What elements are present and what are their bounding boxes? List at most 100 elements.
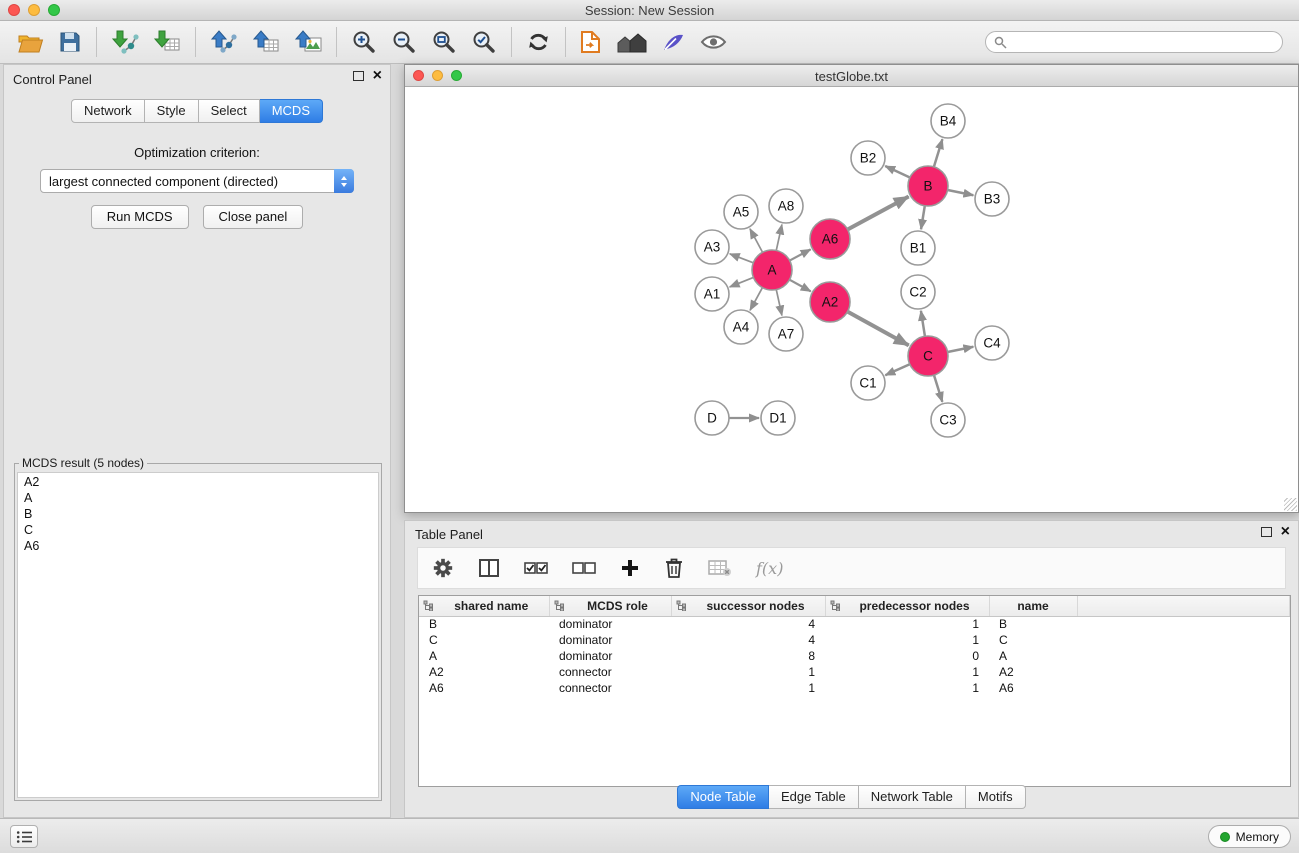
optimization-criterion-select[interactable]: largest connected component (directed) <box>40 169 354 193</box>
graph-node-C3[interactable]: C3 <box>931 403 965 437</box>
open-session-button[interactable] <box>15 29 46 56</box>
delete-column-button[interactable] <box>664 557 684 579</box>
tab-select[interactable]: Select <box>199 99 260 123</box>
network-overview-button[interactable] <box>613 29 649 56</box>
import-network-file-button[interactable] <box>109 28 141 56</box>
graph-edge-B-B4[interactable] <box>934 139 943 167</box>
add-column-button[interactable] <box>620 558 640 578</box>
graph-edge-A-A1[interactable] <box>730 277 754 287</box>
run-mcds-button[interactable]: Run MCDS <box>91 205 189 229</box>
zoom-out-button[interactable] <box>389 27 419 57</box>
graph-node-D1[interactable]: D1 <box>761 401 795 435</box>
graph-edge-A-A6[interactable] <box>790 249 811 260</box>
zoom-in-button[interactable] <box>349 27 379 57</box>
mcds-result-item[interactable]: A2 <box>18 474 378 490</box>
graph-node-A2[interactable]: A2 <box>810 282 850 322</box>
graph-node-A4[interactable]: A4 <box>724 310 758 344</box>
tab-node-table[interactable]: Node Table <box>677 785 769 809</box>
graph-node-C[interactable]: C <box>908 336 948 376</box>
graph-node-B4[interactable]: B4 <box>931 104 965 138</box>
function-builder-button[interactable]: f(x) <box>756 559 783 578</box>
graph-node-A[interactable]: A <box>752 250 792 290</box>
graph-edge-A-A3[interactable] <box>730 254 754 263</box>
graph-edge-A-A5[interactable] <box>750 229 763 253</box>
column-header-shared-name[interactable]: shared name <box>419 596 549 616</box>
tab-network-table[interactable]: Network Table <box>859 785 966 809</box>
show-hide-button[interactable] <box>698 31 729 53</box>
deselect-all-button[interactable] <box>572 561 596 575</box>
tab-network[interactable]: Network <box>71 99 145 123</box>
table-settings-button[interactable] <box>432 557 454 579</box>
export-table-button[interactable] <box>250 28 282 56</box>
close-panel-icon[interactable]: × <box>373 71 382 81</box>
graph-node-D[interactable]: D <box>695 401 729 435</box>
column-header-mcds-role[interactable]: MCDS role <box>549 596 671 616</box>
graph-node-A3[interactable]: A3 <box>695 230 729 264</box>
table-row[interactable]: A6connector11A6 <box>419 680 1290 696</box>
select-all-button[interactable] <box>524 561 548 575</box>
tab-style[interactable]: Style <box>145 99 199 123</box>
tab-motifs[interactable]: Motifs <box>966 785 1026 809</box>
graphics-details-icon <box>661 31 686 53</box>
document-button[interactable] <box>578 28 603 56</box>
graph-edge-B-B3[interactable] <box>948 190 974 195</box>
graphics-details-button[interactable] <box>659 29 688 55</box>
column-header-predecessor-nodes[interactable]: predecessor nodes <box>825 596 989 616</box>
graph-edge-A-A2[interactable] <box>790 280 811 292</box>
export-image-button[interactable] <box>292 28 324 56</box>
graph-node-B3[interactable]: B3 <box>975 182 1009 216</box>
graph-edge-C-C1[interactable] <box>885 364 909 375</box>
table-row[interactable]: Bdominator41B <box>419 616 1290 632</box>
graph-node-A8[interactable]: A8 <box>769 189 803 223</box>
close-table-panel-icon[interactable]: × <box>1281 527 1290 537</box>
export-network-button[interactable] <box>208 28 240 56</box>
table-cell: 1 <box>671 680 825 696</box>
table-row[interactable]: Adominator80A <box>419 648 1290 664</box>
search-input[interactable] <box>1012 34 1274 50</box>
network-canvas[interactable]: B4 B2 B B3 A5 A8A6 B1 A3 A C2 A1 A2 A4 A7 C4 C C1 C3 D D1 <box>405 87 1298 512</box>
graph-node-B1[interactable]: B1 <box>901 231 935 265</box>
graph-node-C2[interactable]: C2 <box>901 275 935 309</box>
column-header-name[interactable]: name <box>989 596 1077 616</box>
save-session-button[interactable] <box>56 28 84 56</box>
tab-mcds[interactable]: MCDS <box>260 99 323 123</box>
graph-edge-B-B1[interactable] <box>921 206 925 229</box>
graph-edge-C-C4[interactable] <box>948 347 974 352</box>
float-panel-icon[interactable] <box>353 71 364 81</box>
float-table-panel-icon[interactable] <box>1261 527 1272 537</box>
graph-edge-B-B2[interactable] <box>885 166 910 178</box>
refresh-button[interactable] <box>524 28 553 56</box>
delete-table-button[interactable] <box>708 559 732 577</box>
zoom-fit-button[interactable] <box>429 27 459 57</box>
graph-node-C4[interactable]: C4 <box>975 326 1009 360</box>
tab-edge-table[interactable]: Edge Table <box>769 785 859 809</box>
memory-button[interactable]: Memory <box>1208 825 1291 848</box>
mcds-result-item[interactable]: A <box>18 490 378 506</box>
column-header-successor-nodes[interactable]: successor nodes <box>671 596 825 616</box>
mcds-result-item[interactable]: A6 <box>18 538 378 554</box>
graph-edge-A-A7[interactable] <box>776 290 782 316</box>
graph-edge-C-C3[interactable] <box>934 375 942 402</box>
table-row[interactable]: A2connector11A2 <box>419 664 1290 680</box>
resize-grip[interactable] <box>1284 498 1297 511</box>
graph-node-A1[interactable]: A1 <box>695 277 729 311</box>
graph-edge-A-A8[interactable] <box>776 225 782 251</box>
graph-node-B[interactable]: B <box>908 166 948 206</box>
close-panel-button[interactable]: Close panel <box>203 205 304 229</box>
graph-edge-C-C2[interactable] <box>921 311 925 336</box>
zoom-selected-button[interactable] <box>469 27 499 57</box>
graph-node-A5[interactable]: A5 <box>724 195 758 229</box>
graph-edge-A6-B[interactable] <box>848 196 909 229</box>
column-visibility-button[interactable] <box>478 558 500 578</box>
graph-edge-A2-C[interactable] <box>848 312 909 346</box>
graph-edge-A-A4[interactable] <box>750 288 762 311</box>
mcds-result-item[interactable]: B <box>18 506 378 522</box>
graph-node-C1[interactable]: C1 <box>851 366 885 400</box>
import-table-file-button[interactable] <box>151 28 183 56</box>
graph-node-A6[interactable]: A6 <box>810 219 850 259</box>
graph-node-A7[interactable]: A7 <box>769 317 803 351</box>
table-row[interactable]: Cdominator41C <box>419 632 1290 648</box>
graph-node-B2[interactable]: B2 <box>851 141 885 175</box>
mcds-result-item[interactable]: C <box>18 522 378 538</box>
task-history-button[interactable] <box>10 825 38 848</box>
